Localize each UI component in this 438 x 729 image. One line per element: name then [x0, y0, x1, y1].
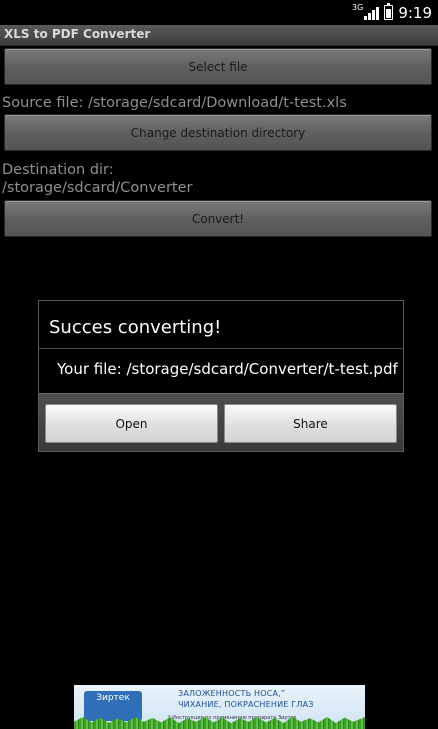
ad-headline-1: ЗАЛОЖЕННОСТЬ НОСА,”	[178, 689, 286, 698]
network-type-label: 3G	[352, 3, 364, 12]
app-title: XLS to PDF Converter	[4, 27, 151, 41]
share-button[interactable]: Share	[224, 404, 397, 443]
source-file-label: Source file: /storage/sdcard/Download/t-…	[2, 95, 347, 111]
ad-headline-2: ЧИХАНИЕ, ПОКРАСНЕНИЕ ГЛАЗ	[178, 700, 314, 709]
app-title-bar: XLS to PDF Converter	[0, 25, 438, 46]
dialog-title: Succes converting!	[49, 317, 222, 338]
status-clock: 9:19	[398, 3, 432, 22]
change-destination-button[interactable]: Change destination directory	[4, 114, 432, 151]
destination-dir-path: /storage/sdcard/Converter	[2, 180, 193, 196]
select-file-button[interactable]: Select file	[4, 48, 432, 85]
status-bar: 3G 9:19	[0, 0, 438, 25]
dialog-message: Your file: /storage/sdcard/Converter/t-t…	[57, 360, 398, 378]
status-icons: 3G 9:19	[352, 2, 432, 23]
battery-icon	[384, 3, 394, 20]
convert-button[interactable]: Convert!	[4, 200, 432, 237]
dialog-divider	[39, 348, 403, 349]
ad-product-logo: Зиртек	[84, 691, 142, 721]
signal-strength-icon	[364, 5, 380, 20]
dialog-button-bar: Open Share	[39, 393, 403, 451]
destination-dir-label: Destination dir: /storage/sdcard/Convert…	[2, 161, 192, 197]
success-dialog: Succes converting! Your file: /storage/s…	[38, 300, 404, 452]
open-button[interactable]: Open	[45, 404, 218, 443]
ad-banner[interactable]: Зиртек ЗАЛОЖЕННОСТЬ НОСА,” ЧИХАНИЕ, ПОКР…	[74, 685, 365, 729]
destination-dir-heading: Destination dir:	[2, 162, 114, 178]
